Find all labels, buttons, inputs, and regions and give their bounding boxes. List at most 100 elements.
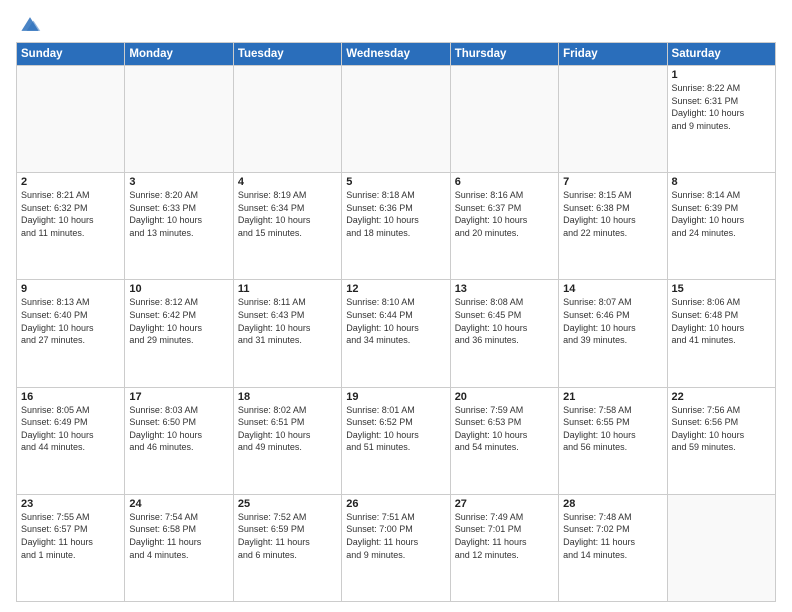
calendar-day-cell: 26Sunrise: 7:51 AM Sunset: 7:00 PM Dayli… bbox=[342, 494, 450, 601]
calendar-day-cell: 25Sunrise: 7:52 AM Sunset: 6:59 PM Dayli… bbox=[233, 494, 341, 601]
day-number: 2 bbox=[21, 176, 120, 188]
day-number: 22 bbox=[672, 391, 771, 403]
day-number: 3 bbox=[129, 176, 228, 188]
day-number: 11 bbox=[238, 283, 337, 295]
calendar-day-cell bbox=[342, 66, 450, 173]
calendar-day-cell bbox=[667, 494, 775, 601]
day-info: Sunrise: 8:18 AM Sunset: 6:36 PM Dayligh… bbox=[346, 189, 445, 239]
day-info: Sunrise: 7:51 AM Sunset: 7:00 PM Dayligh… bbox=[346, 511, 445, 561]
calendar-day-cell: 11Sunrise: 8:11 AM Sunset: 6:43 PM Dayli… bbox=[233, 280, 341, 387]
header bbox=[16, 12, 776, 34]
day-number: 14 bbox=[563, 283, 662, 295]
logo bbox=[16, 12, 42, 34]
calendar-day-cell: 22Sunrise: 7:56 AM Sunset: 6:56 PM Dayli… bbox=[667, 387, 775, 494]
calendar-header: SundayMondayTuesdayWednesdayThursdayFrid… bbox=[17, 43, 776, 66]
day-info: Sunrise: 8:22 AM Sunset: 6:31 PM Dayligh… bbox=[672, 82, 771, 132]
day-info: Sunrise: 8:14 AM Sunset: 6:39 PM Dayligh… bbox=[672, 189, 771, 239]
day-number: 26 bbox=[346, 498, 445, 510]
day-info: Sunrise: 8:08 AM Sunset: 6:45 PM Dayligh… bbox=[455, 296, 554, 346]
day-number: 20 bbox=[455, 391, 554, 403]
day-number: 13 bbox=[455, 283, 554, 295]
calendar-day-cell: 8Sunrise: 8:14 AM Sunset: 6:39 PM Daylig… bbox=[667, 173, 775, 280]
calendar-day-cell: 5Sunrise: 8:18 AM Sunset: 6:36 PM Daylig… bbox=[342, 173, 450, 280]
calendar-day-cell: 15Sunrise: 8:06 AM Sunset: 6:48 PM Dayli… bbox=[667, 280, 775, 387]
day-info: Sunrise: 8:13 AM Sunset: 6:40 PM Dayligh… bbox=[21, 296, 120, 346]
calendar-day-cell bbox=[450, 66, 558, 173]
weekday-header: Sunday bbox=[17, 43, 125, 66]
calendar-week-row: 9Sunrise: 8:13 AM Sunset: 6:40 PM Daylig… bbox=[17, 280, 776, 387]
day-number: 28 bbox=[563, 498, 662, 510]
calendar-day-cell: 28Sunrise: 7:48 AM Sunset: 7:02 PM Dayli… bbox=[559, 494, 667, 601]
day-number: 18 bbox=[238, 391, 337, 403]
calendar-day-cell: 6Sunrise: 8:16 AM Sunset: 6:37 PM Daylig… bbox=[450, 173, 558, 280]
day-info: Sunrise: 7:55 AM Sunset: 6:57 PM Dayligh… bbox=[21, 511, 120, 561]
calendar-body: 1Sunrise: 8:22 AM Sunset: 6:31 PM Daylig… bbox=[17, 66, 776, 602]
calendar-day-cell: 4Sunrise: 8:19 AM Sunset: 6:34 PM Daylig… bbox=[233, 173, 341, 280]
weekday-row: SundayMondayTuesdayWednesdayThursdayFrid… bbox=[17, 43, 776, 66]
day-number: 7 bbox=[563, 176, 662, 188]
day-info: Sunrise: 8:10 AM Sunset: 6:44 PM Dayligh… bbox=[346, 296, 445, 346]
day-info: Sunrise: 8:02 AM Sunset: 6:51 PM Dayligh… bbox=[238, 404, 337, 454]
calendar-day-cell: 20Sunrise: 7:59 AM Sunset: 6:53 PM Dayli… bbox=[450, 387, 558, 494]
calendar-day-cell bbox=[233, 66, 341, 173]
day-number: 21 bbox=[563, 391, 662, 403]
weekday-header: Saturday bbox=[667, 43, 775, 66]
logo-icon bbox=[18, 12, 42, 36]
calendar-day-cell bbox=[17, 66, 125, 173]
day-info: Sunrise: 8:06 AM Sunset: 6:48 PM Dayligh… bbox=[672, 296, 771, 346]
weekday-header: Thursday bbox=[450, 43, 558, 66]
calendar-day-cell: 27Sunrise: 7:49 AM Sunset: 7:01 PM Dayli… bbox=[450, 494, 558, 601]
day-number: 1 bbox=[672, 69, 771, 81]
day-number: 16 bbox=[21, 391, 120, 403]
day-info: Sunrise: 8:21 AM Sunset: 6:32 PM Dayligh… bbox=[21, 189, 120, 239]
day-number: 6 bbox=[455, 176, 554, 188]
calendar-week-row: 16Sunrise: 8:05 AM Sunset: 6:49 PM Dayli… bbox=[17, 387, 776, 494]
calendar-table: SundayMondayTuesdayWednesdayThursdayFrid… bbox=[16, 42, 776, 602]
calendar-day-cell: 13Sunrise: 8:08 AM Sunset: 6:45 PM Dayli… bbox=[450, 280, 558, 387]
calendar-day-cell: 2Sunrise: 8:21 AM Sunset: 6:32 PM Daylig… bbox=[17, 173, 125, 280]
day-info: Sunrise: 7:52 AM Sunset: 6:59 PM Dayligh… bbox=[238, 511, 337, 561]
day-info: Sunrise: 8:19 AM Sunset: 6:34 PM Dayligh… bbox=[238, 189, 337, 239]
day-number: 10 bbox=[129, 283, 228, 295]
day-number: 19 bbox=[346, 391, 445, 403]
calendar-day-cell: 17Sunrise: 8:03 AM Sunset: 6:50 PM Dayli… bbox=[125, 387, 233, 494]
day-number: 27 bbox=[455, 498, 554, 510]
day-number: 17 bbox=[129, 391, 228, 403]
day-info: Sunrise: 8:01 AM Sunset: 6:52 PM Dayligh… bbox=[346, 404, 445, 454]
day-info: Sunrise: 8:07 AM Sunset: 6:46 PM Dayligh… bbox=[563, 296, 662, 346]
calendar-day-cell: 23Sunrise: 7:55 AM Sunset: 6:57 PM Dayli… bbox=[17, 494, 125, 601]
day-info: Sunrise: 8:20 AM Sunset: 6:33 PM Dayligh… bbox=[129, 189, 228, 239]
day-number: 9 bbox=[21, 283, 120, 295]
day-info: Sunrise: 7:56 AM Sunset: 6:56 PM Dayligh… bbox=[672, 404, 771, 454]
calendar-day-cell: 14Sunrise: 8:07 AM Sunset: 6:46 PM Dayli… bbox=[559, 280, 667, 387]
day-info: Sunrise: 8:15 AM Sunset: 6:38 PM Dayligh… bbox=[563, 189, 662, 239]
weekday-header: Monday bbox=[125, 43, 233, 66]
day-number: 5 bbox=[346, 176, 445, 188]
day-info: Sunrise: 7:59 AM Sunset: 6:53 PM Dayligh… bbox=[455, 404, 554, 454]
calendar-day-cell: 21Sunrise: 7:58 AM Sunset: 6:55 PM Dayli… bbox=[559, 387, 667, 494]
day-number: 24 bbox=[129, 498, 228, 510]
calendar-day-cell: 24Sunrise: 7:54 AM Sunset: 6:58 PM Dayli… bbox=[125, 494, 233, 601]
day-number: 4 bbox=[238, 176, 337, 188]
day-number: 15 bbox=[672, 283, 771, 295]
day-number: 23 bbox=[21, 498, 120, 510]
calendar-day-cell: 10Sunrise: 8:12 AM Sunset: 6:42 PM Dayli… bbox=[125, 280, 233, 387]
calendar-day-cell: 12Sunrise: 8:10 AM Sunset: 6:44 PM Dayli… bbox=[342, 280, 450, 387]
day-number: 12 bbox=[346, 283, 445, 295]
calendar-day-cell: 9Sunrise: 8:13 AM Sunset: 6:40 PM Daylig… bbox=[17, 280, 125, 387]
day-info: Sunrise: 8:12 AM Sunset: 6:42 PM Dayligh… bbox=[129, 296, 228, 346]
day-number: 8 bbox=[672, 176, 771, 188]
calendar-day-cell: 1Sunrise: 8:22 AM Sunset: 6:31 PM Daylig… bbox=[667, 66, 775, 173]
weekday-header: Tuesday bbox=[233, 43, 341, 66]
calendar-day-cell bbox=[559, 66, 667, 173]
day-info: Sunrise: 8:05 AM Sunset: 6:49 PM Dayligh… bbox=[21, 404, 120, 454]
calendar-day-cell: 16Sunrise: 8:05 AM Sunset: 6:49 PM Dayli… bbox=[17, 387, 125, 494]
calendar-day-cell: 7Sunrise: 8:15 AM Sunset: 6:38 PM Daylig… bbox=[559, 173, 667, 280]
day-info: Sunrise: 7:58 AM Sunset: 6:55 PM Dayligh… bbox=[563, 404, 662, 454]
calendar-week-row: 23Sunrise: 7:55 AM Sunset: 6:57 PM Dayli… bbox=[17, 494, 776, 601]
day-info: Sunrise: 8:11 AM Sunset: 6:43 PM Dayligh… bbox=[238, 296, 337, 346]
day-number: 25 bbox=[238, 498, 337, 510]
day-info: Sunrise: 7:54 AM Sunset: 6:58 PM Dayligh… bbox=[129, 511, 228, 561]
weekday-header: Friday bbox=[559, 43, 667, 66]
calendar-week-row: 1Sunrise: 8:22 AM Sunset: 6:31 PM Daylig… bbox=[17, 66, 776, 173]
